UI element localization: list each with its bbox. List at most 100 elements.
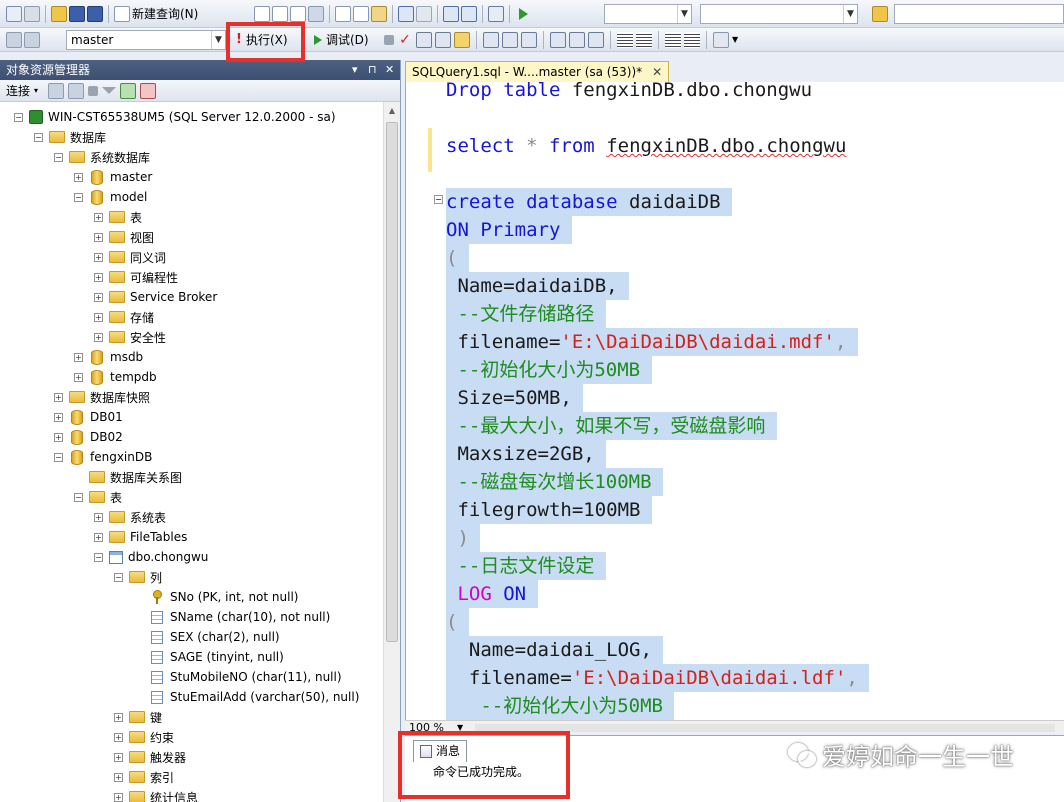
query-options-icon[interactable] xyxy=(435,31,451,48)
tree-node[interactable]: + FileTables xyxy=(94,527,187,547)
live-stats-icon[interactable] xyxy=(502,31,518,48)
tree-node[interactable]: + 表 xyxy=(94,207,142,227)
results-to-text-icon[interactable] xyxy=(550,31,566,48)
new-query-icon[interactable] xyxy=(114,5,130,22)
solution-platform-combo[interactable]: ▼ xyxy=(700,4,858,24)
analysis-query-icon[interactable] xyxy=(308,5,324,22)
tree-node[interactable]: StuEmailAdd (varchar(50), null) xyxy=(134,687,359,707)
tree-node[interactable]: + 同义词 xyxy=(94,247,166,267)
collapse-toggle-icon[interactable]: − xyxy=(114,572,123,582)
activity-monitor-icon[interactable] xyxy=(140,82,157,99)
tree-node[interactable]: + 数据库快照 xyxy=(54,387,150,407)
parse-checkmark-icon[interactable]: ✓ xyxy=(397,32,413,48)
intellisense-icon[interactable] xyxy=(454,31,470,48)
expand-toggle-icon[interactable]: + xyxy=(114,732,123,742)
tree-node[interactable]: + 统计信息 xyxy=(114,787,198,802)
include-plan-icon[interactable] xyxy=(483,31,499,48)
tree-node[interactable]: + 键 xyxy=(114,707,162,727)
tree-node[interactable]: − 数据库 xyxy=(34,127,106,147)
tree-node[interactable]: + 安全性 xyxy=(94,327,166,347)
tree-node[interactable]: StuMobileNO (char(11), null) xyxy=(134,667,342,687)
tree-node[interactable]: SAGE (tinyint, null) xyxy=(134,647,284,667)
navigate-forward-icon[interactable] xyxy=(461,5,477,22)
scrollbar-thumb[interactable] xyxy=(386,122,398,642)
tree-node[interactable]: − fengxinDB xyxy=(54,447,152,467)
pin-icon[interactable]: ⊓ xyxy=(368,60,377,80)
specify-values-icon[interactable] xyxy=(713,31,729,48)
tree-node[interactable]: + 视图 xyxy=(94,227,154,247)
panel-menu-icon[interactable]: ▾ xyxy=(352,60,358,80)
tree-node[interactable]: + tempdb xyxy=(74,367,157,387)
toolbar-overflow-icon[interactable]: ▼ xyxy=(732,35,738,44)
solution-config-combo[interactable]: ▼ xyxy=(604,4,692,24)
connect-chevron-icon[interactable]: ▾ xyxy=(34,86,38,95)
tree-node[interactable]: SName (char(10), not null) xyxy=(134,607,330,627)
refresh-icon[interactable] xyxy=(120,82,137,99)
tree-node[interactable]: − model xyxy=(74,187,147,207)
tab-close-icon[interactable]: ✕ xyxy=(652,65,662,79)
expand-toggle-icon[interactable]: + xyxy=(114,752,123,762)
mdx-query-icon[interactable] xyxy=(254,5,270,22)
expand-toggle-icon[interactable]: + xyxy=(94,312,103,322)
tree-node[interactable]: 数据库关系图 xyxy=(74,467,182,487)
connect-dropdown[interactable]: 连接 xyxy=(6,82,30,99)
paste-icon[interactable] xyxy=(371,5,387,22)
expand-toggle-icon[interactable]: + xyxy=(54,432,63,442)
tree-node[interactable]: + 系统表 xyxy=(94,507,166,527)
expand-toggle-icon[interactable]: + xyxy=(94,232,103,242)
display-plan-icon[interactable] xyxy=(416,31,432,48)
expand-toggle-icon[interactable]: + xyxy=(94,212,103,222)
expand-toggle-icon[interactable]: + xyxy=(94,512,103,522)
sql-editor[interactable]: − Drop table fengxinDB.dbo.chongwu selec… xyxy=(405,82,1064,720)
available-databases-combo[interactable]: master ▼ xyxy=(66,30,226,50)
redo-icon[interactable] xyxy=(416,5,432,22)
collapse-toggle-icon[interactable]: − xyxy=(14,112,23,122)
collapse-toggle-icon[interactable]: − xyxy=(54,152,63,162)
results-to-grid-icon[interactable] xyxy=(569,31,585,48)
tree-node[interactable]: + 索引 xyxy=(114,767,174,787)
stop-icon[interactable] xyxy=(384,34,394,45)
find-in-files-icon[interactable] xyxy=(872,6,888,22)
new-project-icon[interactable] xyxy=(6,5,22,22)
disconnect-icon[interactable] xyxy=(68,82,85,99)
tree-node[interactable]: − WIN-CST65538UM5 (SQL Server 12.0.2000 -… xyxy=(14,107,336,127)
tree-node[interactable]: + DB01 xyxy=(54,407,123,427)
collapse-toggle-icon[interactable]: − xyxy=(74,192,83,202)
tree-node[interactable]: − 列 xyxy=(114,567,162,587)
expand-toggle-icon[interactable]: + xyxy=(54,412,63,422)
collapse-toggle-icon[interactable]: − xyxy=(54,452,63,462)
expand-toggle-icon[interactable]: + xyxy=(74,352,83,362)
expand-toggle-icon[interactable]: + xyxy=(94,272,103,282)
filter-icon[interactable] xyxy=(102,87,117,94)
tree-node[interactable]: + Service Broker xyxy=(94,287,217,307)
uncomment-lines-icon[interactable] xyxy=(636,31,652,48)
tree-vertical-scrollbar[interactable]: ▲ xyxy=(383,102,400,802)
find-combo[interactable] xyxy=(894,4,1064,24)
expand-toggle-icon[interactable]: + xyxy=(74,172,83,182)
dmx-query-icon[interactable] xyxy=(272,5,288,22)
increase-indent-icon[interactable] xyxy=(684,31,700,48)
save-icon[interactable] xyxy=(69,5,85,22)
tree-node[interactable]: + 存储 xyxy=(94,307,154,327)
decrease-indent-icon[interactable] xyxy=(665,31,681,48)
comment-lines-icon[interactable] xyxy=(617,31,633,48)
tree-node[interactable]: − dbo.chongwu xyxy=(94,547,208,567)
cut-icon[interactable] xyxy=(335,5,351,22)
collapse-toggle-icon[interactable]: − xyxy=(34,132,43,142)
tree-node[interactable]: + DB02 xyxy=(54,427,123,447)
xmla-query-icon[interactable] xyxy=(290,5,306,22)
expand-toggle-icon[interactable]: + xyxy=(94,292,103,302)
tree-node[interactable]: + 触发器 xyxy=(114,747,186,767)
tree-node[interactable]: − 表 xyxy=(74,487,122,507)
expand-toggle-icon[interactable]: + xyxy=(74,372,83,382)
close-icon[interactable]: ✕ xyxy=(385,60,394,80)
debug-button[interactable]: 调试(D) xyxy=(326,31,369,48)
tree-node[interactable]: SNo (PK, int, not null) xyxy=(134,587,298,607)
tree-node[interactable]: − 系统数据库 xyxy=(54,147,150,167)
tree-node[interactable]: + 约束 xyxy=(114,727,174,747)
expand-toggle-icon[interactable]: + xyxy=(114,772,123,782)
open-file-icon[interactable] xyxy=(51,5,67,22)
expand-toggle-icon[interactable]: + xyxy=(114,712,123,722)
expand-toggle-icon[interactable]: + xyxy=(94,532,103,542)
tree-node[interactable]: + 可编程性 xyxy=(94,267,178,287)
